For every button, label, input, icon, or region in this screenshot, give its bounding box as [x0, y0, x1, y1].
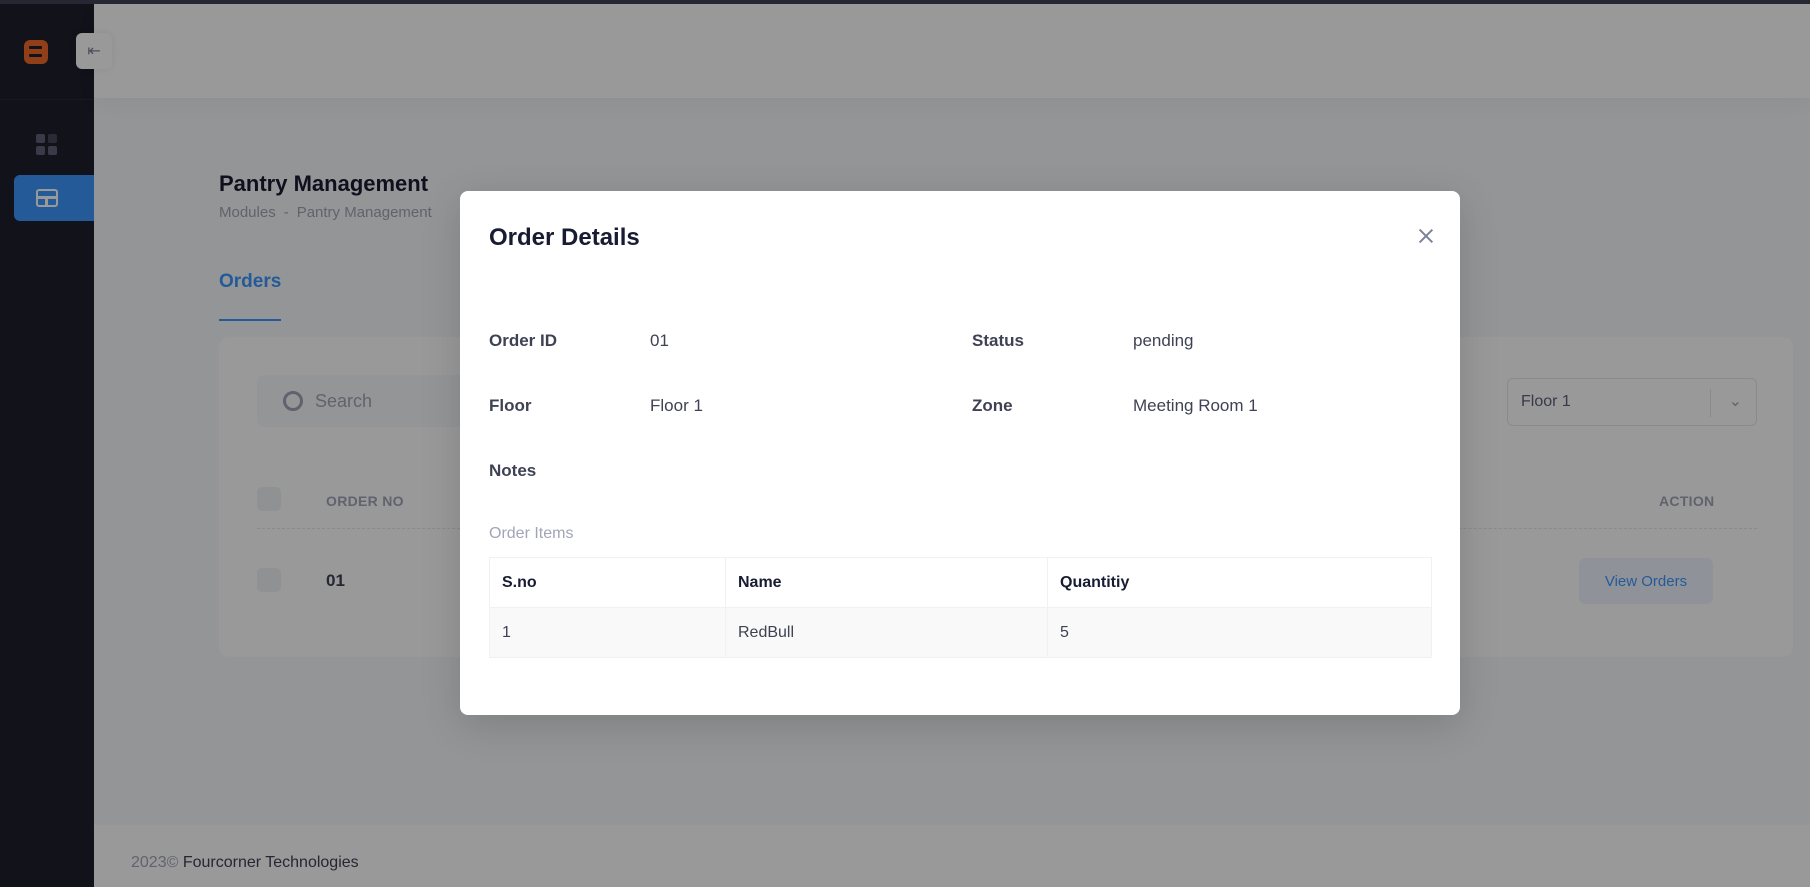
notes-label: Notes: [489, 461, 537, 480]
close-icon[interactable]: [1415, 225, 1437, 247]
floor-label: Floor: [489, 396, 532, 415]
modal-title: Order Details: [489, 224, 640, 251]
items-header-quantity: Quantitiy: [1047, 557, 1432, 608]
order-items-table: S.no Name Quantitiy 1 RedBull 5: [489, 557, 1432, 658]
order-items-label: Order Items: [489, 525, 574, 542]
table-row: 1 RedBull 5: [489, 607, 1432, 658]
item-quantity-cell: 5: [1047, 607, 1432, 658]
status-value: pending: [1133, 331, 1194, 350]
items-header-row: S.no Name Quantitiy: [489, 557, 1432, 608]
zone-label: Zone: [972, 396, 1013, 415]
order-id-value: 01: [650, 331, 669, 350]
order-details-modal: Order Details Order ID 01 Status pending…: [460, 191, 1460, 715]
status-label: Status: [972, 331, 1024, 350]
items-header-name: Name: [725, 557, 1048, 608]
order-id-label: Order ID: [489, 331, 558, 350]
items-header-sno: S.no: [489, 557, 726, 608]
item-name-cell: RedBull: [725, 607, 1048, 658]
zone-value: Meeting Room 1: [1133, 396, 1258, 415]
floor-value: Floor 1: [650, 396, 703, 415]
item-sno-cell: 1: [489, 607, 726, 658]
